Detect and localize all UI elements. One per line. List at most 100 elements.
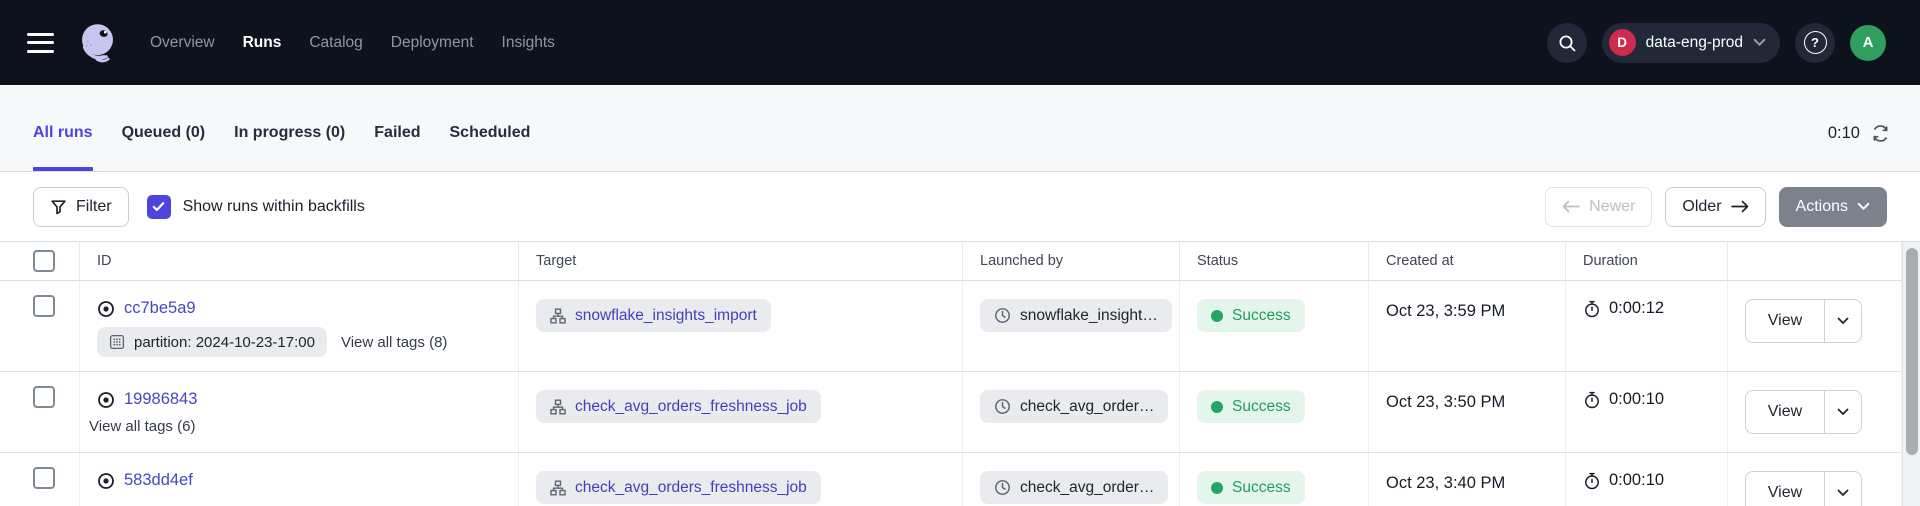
- duration-wrap: 0:00:10: [1583, 471, 1664, 490]
- target-job-label: snowflake_insights_import: [575, 307, 757, 325]
- nav-item-deployment[interactable]: Deployment: [391, 34, 474, 52]
- run-id-link[interactable]: 583dd4ef: [124, 471, 193, 490]
- view-all-tags-link[interactable]: View all tags (8): [341, 334, 447, 351]
- tab-failed[interactable]: Failed: [374, 85, 420, 171]
- filter-button-label: Filter: [76, 198, 112, 216]
- tab-in-progress[interactable]: In progress (0): [234, 85, 345, 171]
- table-row: 583dd4ef check_avg_orders_freshness_job: [0, 453, 1902, 506]
- nav-item-catalog[interactable]: Catalog: [309, 34, 362, 52]
- launched-by-pill[interactable]: check_avg_order…: [980, 471, 1168, 504]
- view-menu-button[interactable]: [1825, 300, 1861, 342]
- partition-tag[interactable]: partition: 2024-10-23-17:00: [97, 327, 327, 357]
- select-all-checkbox[interactable]: [33, 250, 55, 272]
- view-split-button: View: [1745, 299, 1862, 343]
- dagster-logo-icon[interactable]: [75, 20, 120, 65]
- help-icon: ?: [1804, 31, 1827, 54]
- view-button[interactable]: View: [1746, 472, 1825, 506]
- status-badge: Success: [1197, 299, 1305, 332]
- launched-by-label: check_avg_order…: [1020, 479, 1154, 497]
- launched-by-pill[interactable]: check_avg_order…: [980, 390, 1168, 423]
- table-row: cc7be5a9: [0, 281, 1902, 372]
- run-id-link[interactable]: cc7be5a9: [124, 299, 196, 318]
- view-menu-button[interactable]: [1825, 391, 1861, 433]
- view-button[interactable]: View: [1746, 391, 1825, 433]
- chevron-down-icon: [1857, 202, 1870, 211]
- filter-funnel-icon: [50, 198, 67, 215]
- actions-button-label: Actions: [1796, 198, 1848, 216]
- status-badge: Success: [1197, 471, 1305, 504]
- older-button-label: Older: [1682, 198, 1721, 216]
- launched-by-pill[interactable]: snowflake_insight…: [980, 299, 1172, 332]
- primary-nav: Overview Runs Catalog Deployment Insight…: [150, 34, 555, 52]
- runs-table: ID Target Launched by Status Created at …: [0, 242, 1920, 506]
- help-button[interactable]: ?: [1795, 23, 1835, 63]
- duration-wrap: 0:00:12: [1583, 299, 1664, 318]
- view-all-tags-link[interactable]: View all tags (6): [89, 418, 195, 435]
- target-job-pill[interactable]: snowflake_insights_import: [536, 299, 771, 332]
- duration-text: 0:00:10: [1609, 471, 1664, 490]
- chevron-down-icon: [1837, 317, 1849, 325]
- scrollbar-thumb[interactable]: [1906, 248, 1918, 455]
- created-at-text: Oct 23, 3:50 PM: [1386, 390, 1505, 412]
- duration-wrap: 0:00:10: [1583, 390, 1664, 409]
- row-checkbox[interactable]: [33, 386, 55, 408]
- status-badge: Success: [1197, 390, 1305, 423]
- launched-by-label: check_avg_order…: [1020, 398, 1154, 416]
- older-button[interactable]: Older: [1665, 187, 1765, 227]
- newer-button[interactable]: Newer: [1545, 187, 1652, 227]
- status-label: Success: [1232, 479, 1291, 497]
- column-header-status: Status: [1180, 242, 1369, 281]
- target-job-label: check_avg_orders_freshness_job: [575, 479, 807, 497]
- tab-all-runs[interactable]: All runs: [33, 85, 93, 171]
- view-menu-button[interactable]: [1825, 472, 1861, 506]
- tab-queued[interactable]: Queued (0): [122, 85, 206, 171]
- workspace-label: data-eng-prod: [1646, 34, 1743, 52]
- target-job-label: check_avg_orders_freshness_job: [575, 398, 807, 416]
- status-dot-icon: [1211, 401, 1223, 413]
- nav-item-runs[interactable]: Runs: [243, 34, 282, 52]
- partition-tag-label: partition: 2024-10-23-17:00: [134, 334, 315, 351]
- launched-by-label: snowflake_insight…: [1020, 307, 1158, 325]
- refresh-icon: [1871, 124, 1890, 143]
- stopwatch-icon: [1583, 391, 1601, 409]
- run-id-link[interactable]: 19986843: [124, 390, 197, 409]
- refresh-control[interactable]: 0:10: [1828, 114, 1890, 143]
- runs-tabs-bar: All runs Queued (0) In progress (0) Fail…: [0, 85, 1920, 172]
- runs-tabs: All runs Queued (0) In progress (0) Fail…: [33, 85, 530, 171]
- view-split-button: View: [1745, 390, 1862, 434]
- backfills-checkbox-label[interactable]: Show runs within backfills: [183, 198, 365, 216]
- run-target-icon: [97, 391, 115, 409]
- target-job-pill[interactable]: check_avg_orders_freshness_job: [536, 471, 821, 504]
- clock-icon: [994, 479, 1011, 496]
- clock-icon: [994, 398, 1011, 415]
- target-job-pill[interactable]: check_avg_orders_freshness_job: [536, 390, 821, 423]
- tab-scheduled[interactable]: Scheduled: [450, 85, 531, 171]
- backfills-checkbox[interactable]: [147, 195, 171, 219]
- actions-button[interactable]: Actions: [1779, 187, 1887, 227]
- nav-item-overview[interactable]: Overview: [150, 34, 215, 52]
- chevron-down-icon: [1753, 38, 1766, 47]
- table-header-row: ID Target Launched by Status Created at …: [0, 242, 1902, 281]
- navbar-right: D data-eng-prod ? A: [1547, 23, 1886, 63]
- column-header-launched-by: Launched by: [963, 242, 1180, 281]
- user-avatar[interactable]: A: [1850, 25, 1886, 61]
- stopwatch-icon: [1583, 300, 1601, 318]
- filter-button[interactable]: Filter: [33, 187, 129, 227]
- chevron-down-icon: [1837, 489, 1849, 497]
- table-row: 19986843 View all tags (6) check_avg_ord…: [0, 372, 1902, 453]
- backfills-checkbox-row[interactable]: Show runs within backfills: [147, 195, 365, 219]
- job-icon: [550, 308, 566, 324]
- clock-icon: [994, 307, 1011, 324]
- column-header-created-at: Created at: [1369, 242, 1566, 281]
- view-button[interactable]: View: [1746, 300, 1825, 342]
- row-checkbox[interactable]: [33, 295, 55, 317]
- stopwatch-icon: [1583, 472, 1601, 490]
- column-header-duration: Duration: [1566, 242, 1728, 281]
- arrow-left-icon: [1562, 200, 1580, 213]
- row-checkbox[interactable]: [33, 467, 55, 489]
- hamburger-menu-icon[interactable]: [27, 33, 54, 53]
- newer-button-label: Newer: [1589, 198, 1635, 216]
- search-button[interactable]: [1547, 23, 1587, 63]
- workspace-switcher[interactable]: D data-eng-prod: [1602, 23, 1780, 63]
- nav-item-insights[interactable]: Insights: [502, 34, 555, 52]
